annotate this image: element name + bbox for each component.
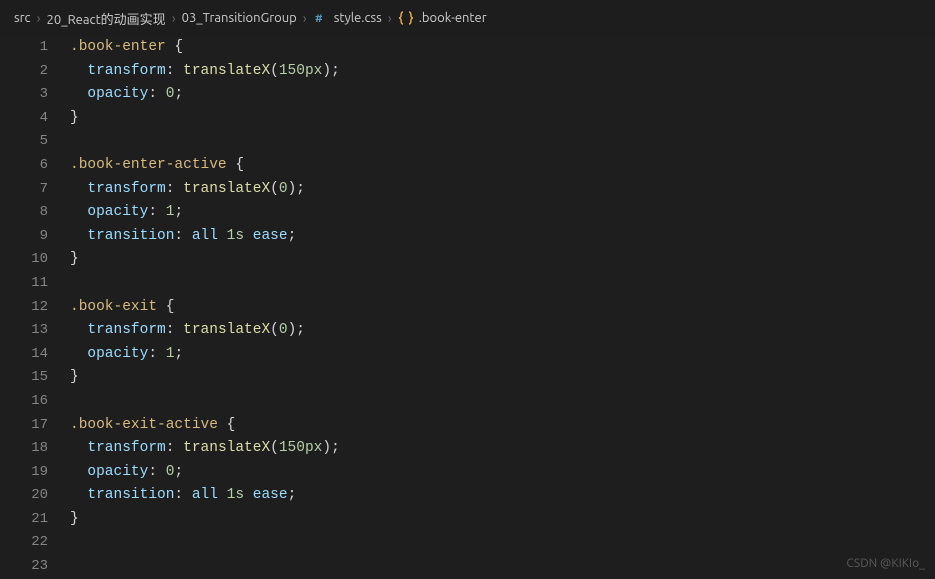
line-number: 7: [0, 178, 48, 202]
line-number: 15: [0, 366, 48, 390]
code-line[interactable]: [70, 531, 935, 555]
line-number: 12: [0, 296, 48, 320]
code-line[interactable]: [70, 130, 935, 154]
code-line[interactable]: opacity: 1;: [70, 201, 935, 225]
code-line[interactable]: [70, 555, 935, 579]
line-number: 8: [0, 201, 48, 225]
line-number-gutter: 1234567891011121314151617181920212223: [0, 36, 70, 578]
line-number: 10: [0, 248, 48, 272]
line-number: 18: [0, 437, 48, 461]
line-number: 2: [0, 60, 48, 84]
breadcrumb-sep-icon: ›: [388, 10, 392, 26]
code-line[interactable]: .book-exit-active {: [70, 414, 935, 438]
line-number: 22: [0, 531, 48, 555]
line-number: 20: [0, 484, 48, 508]
breadcrumb-sep-icon: ›: [172, 10, 176, 26]
code-editor[interactable]: 1234567891011121314151617181920212223 .b…: [0, 36, 935, 578]
code-line[interactable]: transform: translateX(150px);: [70, 60, 935, 84]
code-line[interactable]: transform: translateX(0);: [70, 178, 935, 202]
svg-text:#: #: [315, 13, 323, 25]
code-area[interactable]: .book-enter { transform: translateX(150p…: [70, 36, 935, 578]
breadcrumb-item[interactable]: src: [14, 11, 31, 25]
breadcrumb-sep-icon: ›: [37, 10, 41, 26]
breadcrumb-label: .book-enter: [419, 11, 487, 25]
line-number: 4: [0, 107, 48, 131]
line-number: 17: [0, 414, 48, 438]
code-line[interactable]: opacity: 0;: [70, 461, 935, 485]
css-rule-icon: [398, 10, 414, 26]
code-line[interactable]: .book-exit {: [70, 296, 935, 320]
code-line[interactable]: [70, 390, 935, 414]
css-file-icon: #: [313, 10, 329, 26]
line-number: 9: [0, 225, 48, 249]
code-line[interactable]: }: [70, 508, 935, 532]
line-number: 21: [0, 508, 48, 532]
code-line[interactable]: transition: all 1s ease;: [70, 484, 935, 508]
breadcrumb-label: style.css: [334, 11, 382, 25]
line-number: 1: [0, 36, 48, 60]
code-line[interactable]: transform: translateX(0);: [70, 319, 935, 343]
breadcrumb-item[interactable]: # style.css: [313, 10, 382, 26]
line-number: 6: [0, 154, 48, 178]
code-line[interactable]: transition: all 1s ease;: [70, 225, 935, 249]
line-number: 3: [0, 83, 48, 107]
code-line[interactable]: [70, 272, 935, 296]
breadcrumb-sep-icon: ›: [303, 10, 307, 26]
code-line[interactable]: opacity: 0;: [70, 83, 935, 107]
breadcrumb[interactable]: src › 20_React的动画实现 › 03_TransitionGroup › # st…: [0, 0, 935, 36]
code-line[interactable]: opacity: 1;: [70, 343, 935, 367]
line-number: 14: [0, 343, 48, 367]
breadcrumb-item[interactable]: 03_TransitionGroup: [182, 11, 297, 25]
line-number: 23: [0, 555, 48, 579]
line-number: 16: [0, 390, 48, 414]
breadcrumb-label: src: [14, 11, 31, 25]
line-number: 11: [0, 272, 48, 296]
watermark: CSDN @KIKIo_: [846, 557, 925, 570]
code-line[interactable]: }: [70, 248, 935, 272]
line-number: 19: [0, 461, 48, 485]
line-number: 13: [0, 319, 48, 343]
breadcrumb-item[interactable]: 20_React的动画实现: [47, 9, 166, 28]
code-line[interactable]: }: [70, 107, 935, 131]
code-line[interactable]: .book-enter-active {: [70, 154, 935, 178]
breadcrumb-label: 03_TransitionGroup: [182, 11, 297, 25]
code-line[interactable]: }: [70, 366, 935, 390]
line-number: 5: [0, 130, 48, 154]
breadcrumb-item[interactable]: .book-enter: [398, 10, 487, 26]
code-line[interactable]: .book-enter {: [70, 36, 935, 60]
breadcrumb-label: 20_React的动画实现: [47, 9, 166, 28]
code-line[interactable]: transform: translateX(150px);: [70, 437, 935, 461]
